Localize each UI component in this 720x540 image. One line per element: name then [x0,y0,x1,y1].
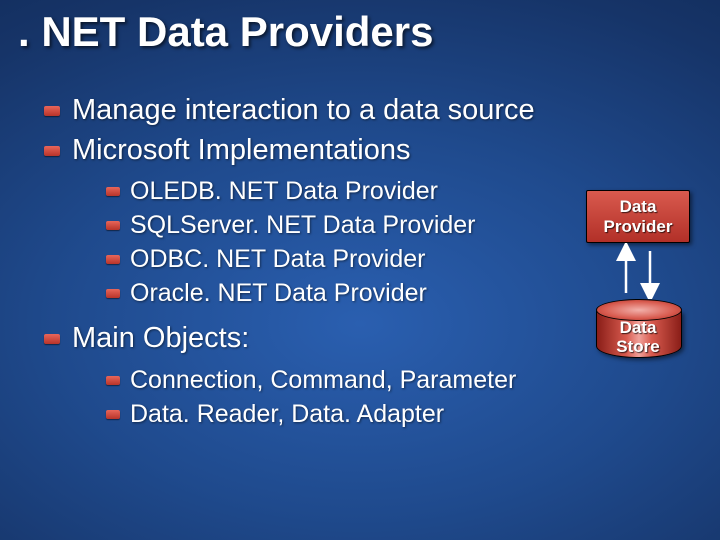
sub-bullet-text: OLEDB. NET Data Provider [130,177,438,205]
bullet-icon [44,106,60,116]
bullet-text: Manage interaction to a data source [72,94,535,126]
cylinder-label-line: Store [616,337,659,356]
diagram-box-line: Data [620,197,657,216]
bullet-icon [106,221,120,230]
sub-bullet-item: Data. Reader, Data. Adapter [106,398,710,432]
sub-bullet-text: Oracle. NET Data Provider [130,279,427,307]
diagram-box-provider: Data Provider [586,190,690,243]
bullet-item: Manage interaction to a data source [44,92,710,130]
sub-bullet-text: Data. Reader, Data. Adapter [130,400,444,428]
bullet-icon [44,334,60,344]
cylinder-label-line: Data [620,318,657,337]
bullet-text: Main Objects: [72,322,249,354]
bullet-text: Microsoft Implementations [72,134,410,166]
bullet-icon [106,376,120,385]
cylinder-label: Data Store [596,319,680,356]
sub-bullet-list: Connection, Command, Parameter Data. Rea… [106,364,710,432]
slide: . NET Data Providers Manage interaction … [0,0,720,540]
sub-bullet-text: SQLServer. NET Data Provider [130,211,476,239]
diagram-box-line: Provider [604,217,673,236]
bullet-icon [106,187,120,196]
double-arrow-icon [578,243,698,299]
diagram-cylinder-store: Data Store [596,299,680,358]
bullet-icon [44,146,60,156]
diagram: Data Provider Data [578,190,698,358]
diagram-arrows [578,243,698,299]
bullet-icon [106,410,120,419]
sub-bullet-text: Connection, Command, Parameter [130,366,516,394]
bullet-icon [106,289,120,298]
sub-bullet-item: Connection, Command, Parameter [106,364,710,398]
sub-bullet-text: ODBC. NET Data Provider [130,245,425,273]
slide-title: . NET Data Providers [18,8,433,56]
bullet-icon [106,255,120,264]
